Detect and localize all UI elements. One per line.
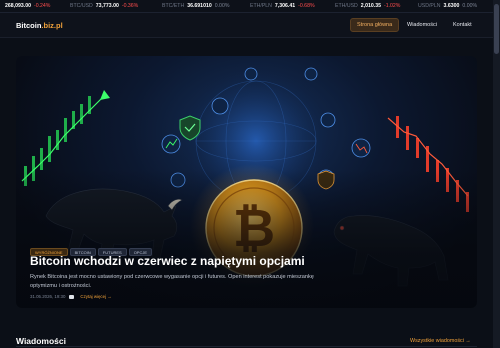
logo-accent-text: .biz.pl [41,21,63,30]
scrollbar-thumb[interactable] [494,4,499,54]
site-logo[interactable]: Bitcoin.biz.pl [16,21,63,30]
ticker-value: 268,093.00 [5,3,31,9]
featured-article-card[interactable]: ₿ WYRÓŻNIONEBITCOINFUTURESOPCJE Bitcoin … [16,56,477,308]
ticker-change: -0.36% [121,3,139,9]
ticker-item: BTC/USD 73,773.00 -0.36% [70,0,139,12]
section-title: Wiadomości [16,336,66,346]
article-description: Rynek Bitcoina jest mocno ustawiony pod … [30,274,314,289]
ticker-item: USD/PLN 3.6300 0.00% [418,0,478,12]
ticker-value: 3.6300 [443,3,460,9]
ticker-item: ETH/PLN 7,306.41 -0.68% [250,0,315,12]
ticker-change: -0.24% [33,3,51,9]
section-divider [16,346,477,347]
ticker-change: -0.68% [298,3,315,9]
ticker-item: BTC/ETH 36.691010 0.00% [162,0,230,12]
ticker-value: 2,010.35 [360,3,381,9]
ticker-value: 73,773.00 [95,3,119,9]
ticker-label: BTC/USD [70,3,93,9]
price-ticker: 268,093.00 -0.24% BTC/USD 73,773.00 -0.36% … [0,0,493,13]
ticker-change: 0.00% [214,3,230,9]
nav-home[interactable]: Strona główna [350,18,400,32]
ticker-value: 7,306.41 [274,3,296,9]
ticker-label: BTC/ETH [162,3,185,9]
read-more-link[interactable]: Czytaj więcej → [80,294,111,299]
ticker-change: 0.00% [462,3,478,9]
article-date: 31.05.2026, 19:30 [30,294,66,299]
ticker-value: 36.691010 [187,3,212,9]
ticker-change: -1.02% [383,3,401,9]
ticker-label: USD/PLN [418,3,441,9]
nav-contact[interactable]: Kontakt [447,18,478,32]
ticker-item: 268,093.00 -0.24% [5,0,51,12]
ticker-item: ETH/USD 2,010.35 -1.02% [335,0,401,12]
hero-overlay [16,56,477,308]
article-meta: 31.05.2026, 19:30 Czytaj więcej → [30,294,112,299]
all-news-link[interactable]: Wszystkie wiadomości → [410,338,471,344]
nav-news[interactable]: Wiadomości [401,18,443,32]
camera-icon [69,294,75,299]
ticker-label: ETH/PLN [250,3,272,9]
site-header: Bitcoin.biz.pl Strona główna Wiadomości … [0,13,493,38]
logo-text: Bitcoin [16,21,42,30]
ticker-label: ETH/USD [335,3,358,9]
scrollbar[interactable] [493,0,500,348]
article-title[interactable]: Bitcoin wchodzi w czerwiec z napiętymi o… [30,254,305,268]
